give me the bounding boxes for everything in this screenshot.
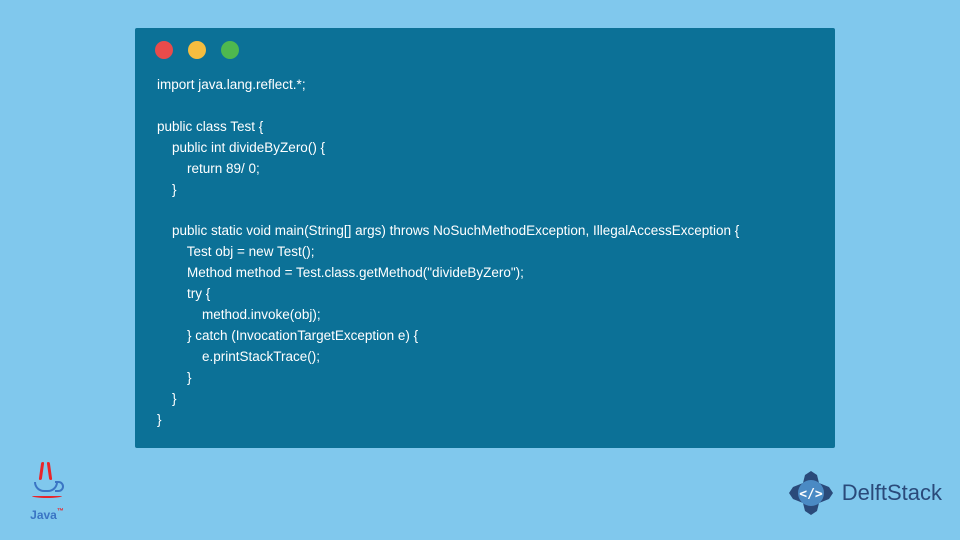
minimize-icon[interactable]	[188, 41, 206, 59]
code-line: Test obj = new Test();	[157, 244, 314, 259]
code-line: return 89/ 0;	[157, 161, 260, 176]
code-line: }	[157, 412, 162, 427]
code-line: import java.lang.reflect.*;	[157, 77, 306, 92]
java-word: Java	[30, 508, 57, 522]
code-line: try {	[157, 286, 210, 301]
code-block: import java.lang.reflect.*; public class…	[135, 67, 835, 451]
code-line: public int divideByZero() {	[157, 140, 325, 155]
code-line: public class Test {	[157, 119, 263, 134]
java-cup-icon	[26, 462, 68, 504]
delftstack-text: DelftStack	[842, 480, 942, 506]
code-line: }	[157, 182, 177, 197]
window-controls	[135, 28, 835, 67]
delftstack-logo: </> DelftStack	[786, 468, 942, 518]
java-logo-text: Java™	[22, 508, 72, 522]
code-line: method.invoke(obj);	[157, 307, 321, 322]
code-line: e.printStackTrace();	[157, 349, 320, 364]
code-line: } catch (InvocationTargetException e) {	[157, 328, 418, 343]
code-line: public static void main(String[] args) t…	[157, 223, 739, 238]
code-line: Method method = Test.class.getMethod("di…	[157, 265, 524, 280]
code-line: }	[157, 370, 192, 385]
code-window: import java.lang.reflect.*; public class…	[135, 28, 835, 448]
maximize-icon[interactable]	[221, 41, 239, 59]
code-line: }	[157, 391, 177, 406]
close-icon[interactable]	[155, 41, 173, 59]
java-logo: Java™	[22, 462, 72, 522]
delftstack-icon: </>	[786, 468, 836, 518]
java-tm: ™	[57, 508, 64, 515]
svg-text:</>: </>	[799, 487, 823, 502]
